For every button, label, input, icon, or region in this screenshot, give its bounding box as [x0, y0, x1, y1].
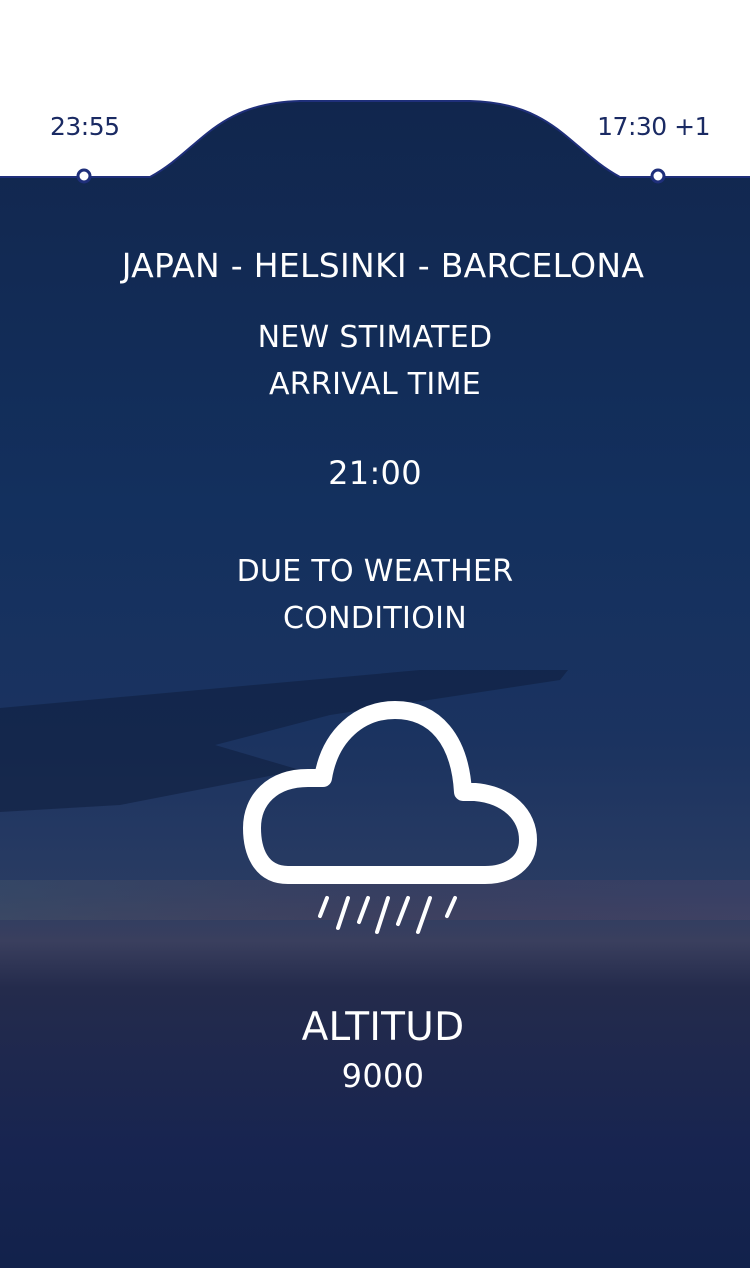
delay-reason-line2: CONDITIOIN	[282, 601, 468, 636]
new-eta-value: 21:00	[328, 454, 422, 492]
cloud-rain-icon	[243, 701, 537, 934]
route-title: JAPAN - HELSINKI - BARCELONA	[121, 246, 645, 285]
flight-status-screen: 23:55 17:30 +1 JAPAN - HELSINKI - BARCEL…	[0, 0, 750, 1268]
altitude-label: ALTITUD	[301, 1005, 465, 1050]
eta-notice-line2: ARRIVAL TIME	[268, 367, 482, 402]
arrival-time: 17:30 +1	[597, 112, 710, 141]
eta-notice-line1: NEW STIMATED	[257, 320, 493, 355]
delay-reason: DUE TO WEATHER CONDITIOIN	[0, 548, 750, 642]
altitude-value: 9000	[341, 1057, 425, 1095]
delay-reason-line1: DUE TO WEATHER	[236, 554, 514, 589]
eta-notice: NEW STIMATED ARRIVAL TIME	[0, 314, 750, 408]
departure-time: 23:55	[50, 112, 120, 141]
